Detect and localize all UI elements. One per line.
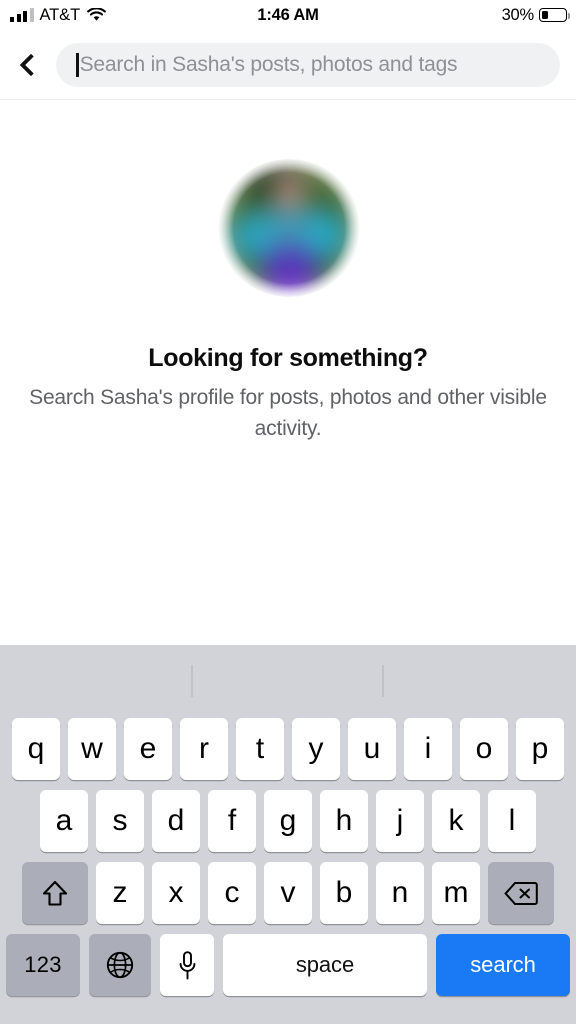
- shift-arrow-icon: [42, 880, 68, 906]
- key-n[interactable]: n: [376, 862, 424, 924]
- microphone-icon: [179, 950, 195, 979]
- keyboard-row-2: a s d f g h j k l: [0, 790, 576, 852]
- back-chevron-icon: [19, 53, 42, 76]
- key-b[interactable]: b: [320, 862, 368, 924]
- key-v[interactable]: v: [264, 862, 312, 924]
- globe-icon: [106, 951, 134, 979]
- key-p[interactable]: p: [516, 718, 564, 780]
- key-w[interactable]: w: [68, 718, 116, 780]
- key-a[interactable]: a: [40, 790, 88, 852]
- app-screen: AT&T 1:46 AM 30% Search in Sasha's posts…: [0, 0, 576, 1024]
- keyboard-row-1: q w e r t y u i o p: [0, 718, 576, 780]
- key-k[interactable]: k: [432, 790, 480, 852]
- search-key[interactable]: search: [436, 934, 570, 996]
- key-g[interactable]: g: [264, 790, 312, 852]
- key-c[interactable]: c: [208, 862, 256, 924]
- numeric-key[interactable]: 123: [6, 934, 80, 996]
- empty-state-content: Looking for something? Search Sasha's pr…: [0, 101, 576, 645]
- predictive-text-bar[interactable]: [0, 645, 576, 715]
- key-l[interactable]: l: [488, 790, 536, 852]
- blurred-profile-photo: [218, 159, 360, 297]
- space-key[interactable]: space: [223, 934, 427, 996]
- key-r[interactable]: r: [180, 718, 228, 780]
- key-z[interactable]: z: [96, 862, 144, 924]
- search-header: Search in Sasha's posts, photos and tags: [0, 30, 576, 100]
- keyboard-row-4: 123 space search: [0, 934, 576, 996]
- avatar: [203, 154, 373, 324]
- key-u[interactable]: u: [348, 718, 396, 780]
- battery-icon: [539, 8, 571, 22]
- key-o[interactable]: o: [460, 718, 508, 780]
- delete-backspace-icon: [504, 881, 538, 905]
- dictation-key[interactable]: [160, 934, 214, 996]
- key-i[interactable]: i: [404, 718, 452, 780]
- status-bar-clock: 1:46 AM: [257, 6, 319, 24]
- key-y[interactable]: y: [292, 718, 340, 780]
- key-m[interactable]: m: [432, 862, 480, 924]
- key-e[interactable]: e: [124, 718, 172, 780]
- key-x[interactable]: x: [152, 862, 200, 924]
- onscreen-keyboard: q w e r t y u i o p a s d f g h j k l z …: [0, 645, 576, 1024]
- search-placeholder: Search in Sasha's posts, photos and tags: [79, 52, 458, 76]
- page-title: Looking for something?: [148, 344, 428, 372]
- key-f[interactable]: f: [208, 790, 256, 852]
- key-q[interactable]: q: [12, 718, 60, 780]
- delete-key[interactable]: [488, 862, 554, 924]
- keyboard-row-3: z x c v b n m: [0, 862, 576, 924]
- key-j[interactable]: j: [376, 790, 424, 852]
- predictive-divider: [191, 665, 193, 697]
- back-button[interactable]: [0, 30, 56, 100]
- key-t[interactable]: t: [236, 718, 284, 780]
- key-d[interactable]: d: [152, 790, 200, 852]
- shift-key[interactable]: [22, 862, 88, 924]
- key-h[interactable]: h: [320, 790, 368, 852]
- status-bar-right: 30%: [501, 0, 571, 30]
- page-subtitle: Search Sasha's profile for posts, photos…: [29, 386, 547, 440]
- battery-percent-label: 30%: [501, 5, 535, 24]
- globe-key[interactable]: [89, 934, 151, 996]
- search-input[interactable]: Search in Sasha's posts, photos and tags: [56, 42, 560, 87]
- predictive-divider: [382, 665, 384, 697]
- key-s[interactable]: s: [96, 790, 144, 852]
- text-caret: [76, 52, 79, 77]
- status-bar: AT&T 1:46 AM 30%: [0, 0, 576, 30]
